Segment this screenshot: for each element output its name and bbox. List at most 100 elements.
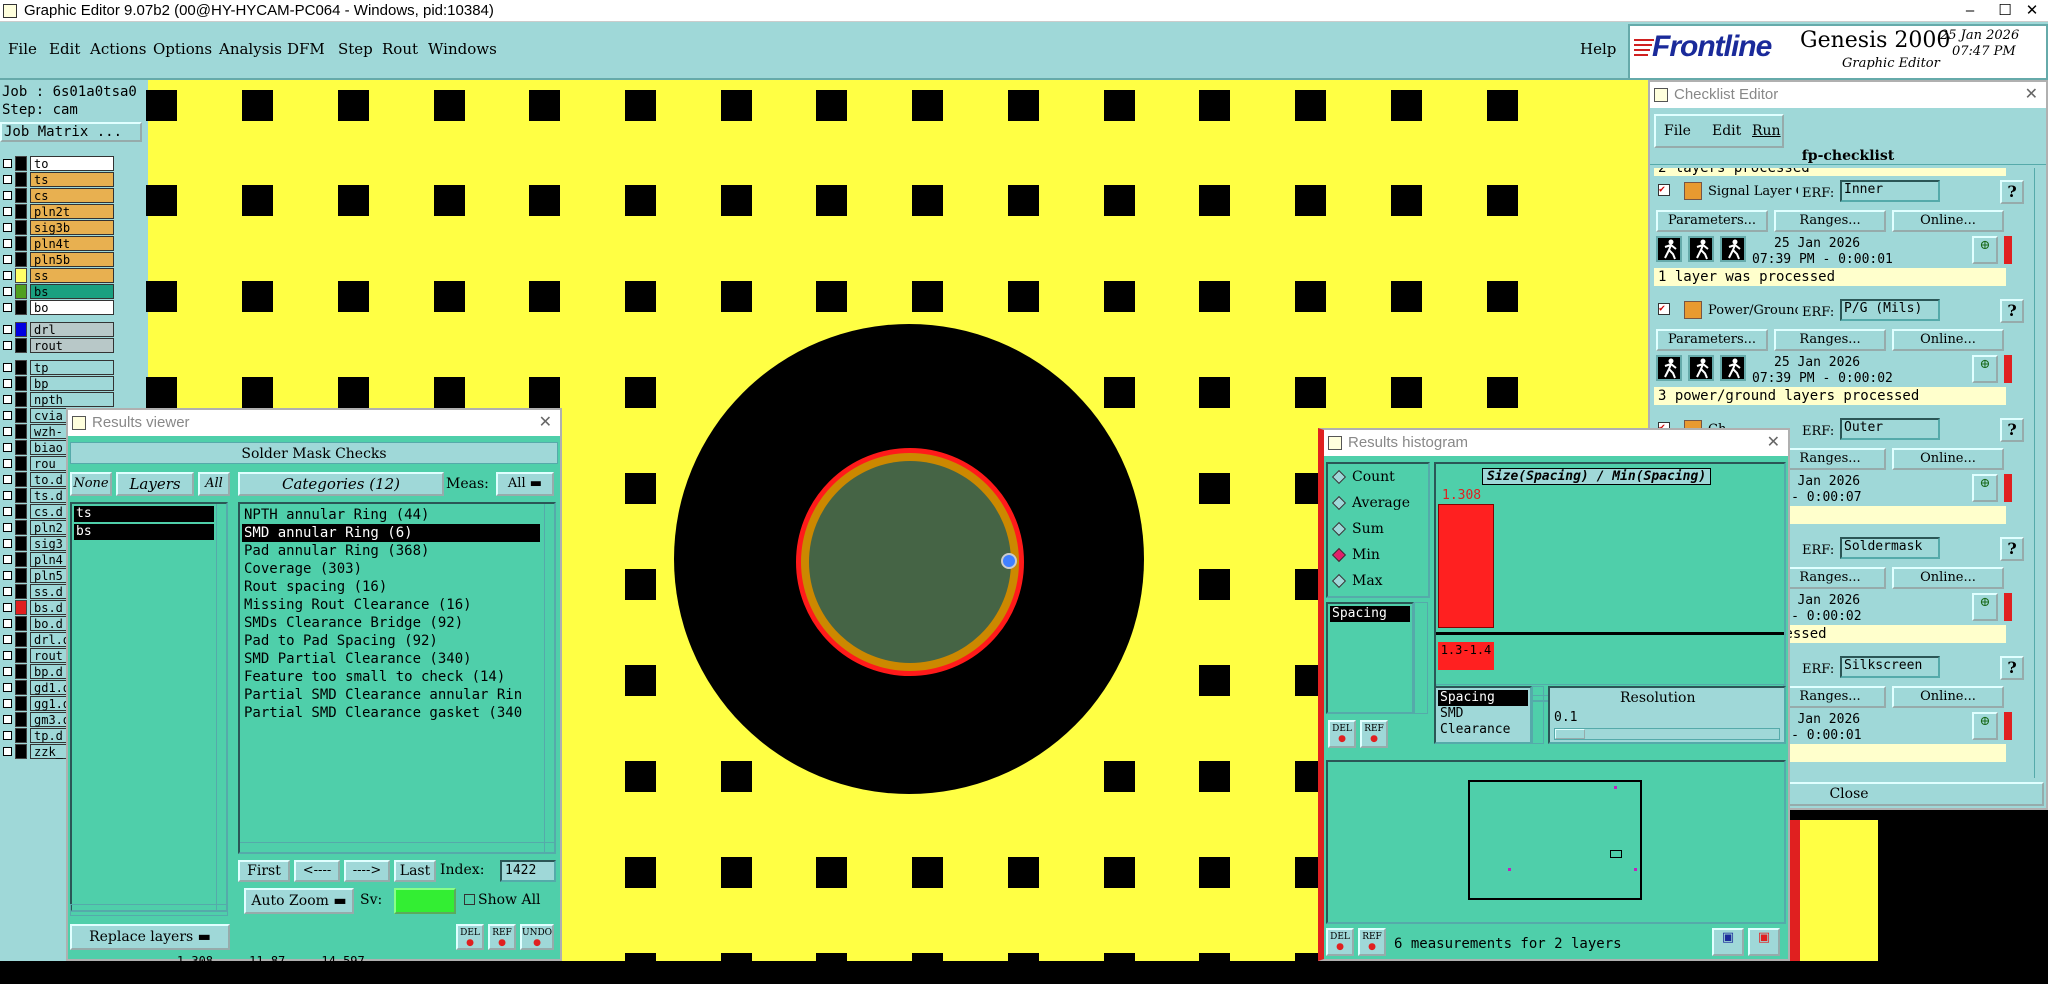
zoom-results-button[interactable]: ⊕ [1972, 593, 1998, 621]
result-layer-item[interactable]: bs [74, 524, 214, 540]
layer-color-swatch[interactable] [15, 338, 27, 353]
layer-checkbox[interactable] [3, 603, 12, 612]
erf-field[interactable]: P/G (Mils) [1840, 299, 1940, 321]
layer-color-swatch[interactable] [15, 204, 27, 219]
layer-name[interactable]: cs [30, 188, 114, 203]
layer-row[interactable]: tp [0, 360, 115, 375]
lower-hscrollbar[interactable] [70, 904, 228, 916]
ranges-button[interactable]: Ranges... [1774, 567, 1886, 589]
layer-name[interactable]: ss [30, 268, 114, 283]
hist-del-button-2[interactable]: DEL ● [1326, 928, 1354, 956]
run-icon[interactable] [1688, 355, 1714, 381]
none-button[interactable]: None [70, 472, 112, 496]
layer-checkbox[interactable] [3, 159, 12, 168]
layer-checkbox[interactable] [3, 651, 12, 660]
zoom-results-button[interactable]: ⊕ [1972, 236, 1998, 264]
job-matrix-button[interactable]: Job Matrix ... [0, 122, 142, 142]
hist-ref-button[interactable]: REF ● [1360, 720, 1388, 748]
layer-checkbox[interactable] [3, 325, 12, 334]
menu-dfm[interactable]: DFM [287, 40, 325, 58]
layer-checkbox[interactable] [3, 587, 12, 596]
layer-row[interactable]: pln4t [0, 236, 115, 251]
layer-color-swatch[interactable] [15, 472, 27, 487]
layer-checkbox[interactable] [3, 507, 12, 516]
menu-edit[interactable]: Edit [49, 40, 80, 58]
layer-checkbox[interactable] [3, 395, 12, 404]
layer-checkbox[interactable] [3, 459, 12, 468]
parameters-button[interactable]: Parameters... [1656, 329, 1768, 351]
hist-ref-button-2[interactable]: REF ● [1358, 928, 1386, 956]
ranges-button[interactable]: Ranges... [1774, 448, 1886, 470]
layer-row[interactable]: pln2t [0, 204, 115, 219]
minimize-button[interactable]: – [1947, 0, 1993, 22]
layer-row[interactable]: sig3b [0, 220, 115, 235]
radio-min[interactable]: Min [1328, 542, 1428, 568]
help-button[interactable]: ? [2000, 656, 2024, 680]
layer-name[interactable]: bp [30, 376, 114, 391]
help-button[interactable]: ? [2000, 418, 2024, 442]
layer-row[interactable]: bp [0, 376, 115, 391]
menu-analysis[interactable]: Analysis [219, 40, 282, 58]
radio-max[interactable]: Max [1328, 568, 1428, 594]
layer-checkbox[interactable] [3, 207, 12, 216]
next-button[interactable]: ----> [344, 860, 390, 882]
layer-row[interactable]: ts [0, 172, 115, 187]
layer-color-swatch[interactable] [15, 424, 27, 439]
all-button[interactable]: All [198, 472, 230, 496]
layer-checkbox[interactable] [3, 341, 12, 350]
layer-row[interactable]: cs [0, 188, 115, 203]
radio-sum[interactable]: Sum [1328, 516, 1428, 542]
layer-name[interactable]: drl [30, 322, 114, 337]
hist-list2-item-smd[interactable]: SMD [1438, 706, 1528, 722]
layer-checkbox[interactable] [3, 443, 12, 452]
layer-checkbox[interactable] [3, 363, 12, 372]
layer-color-swatch[interactable] [15, 536, 27, 551]
zoom-fit-button[interactable]: ▣ [1712, 928, 1744, 956]
layer-name[interactable]: npth [30, 392, 114, 407]
checklist-scrollbar[interactable] [2034, 168, 2046, 778]
layer-checkbox[interactable] [3, 271, 12, 280]
online-button[interactable]: Online... [1892, 686, 2004, 708]
category-item[interactable]: Missing Rout Clearance (16) [242, 596, 540, 614]
measurement-marker[interactable] [1001, 553, 1017, 569]
layer-checkbox[interactable] [3, 303, 12, 312]
layer-color-swatch[interactable] [15, 712, 27, 727]
zoom-results-button[interactable]: ⊕ [1972, 712, 1998, 740]
online-button[interactable]: Online... [1892, 448, 2004, 470]
layer-color-swatch[interactable] [15, 728, 27, 743]
layer-color-swatch[interactable] [15, 236, 27, 251]
layer-color-swatch[interactable] [15, 584, 27, 599]
ranges-button[interactable]: Ranges... [1774, 686, 1886, 708]
close-icon[interactable]: ✕ [2025, 82, 2038, 108]
layer-checkbox[interactable] [3, 731, 12, 740]
layer-checkbox[interactable] [3, 715, 12, 724]
category-item[interactable]: Rout spacing (16) [242, 578, 540, 596]
run-icon[interactable] [1656, 355, 1682, 381]
ref-button[interactable]: REF ● [488, 924, 516, 950]
first-button[interactable]: First [238, 860, 290, 882]
last-button[interactable]: Last [394, 860, 436, 882]
undo-button[interactable]: UNDO ● [520, 924, 554, 950]
hist-list-1[interactable]: Spacing [1326, 602, 1414, 714]
layer-name[interactable]: pln5b [30, 252, 114, 267]
show-all-checkbox[interactable] [464, 894, 475, 905]
layer-row[interactable]: bo [0, 300, 115, 315]
radio-average[interactable]: Average [1328, 490, 1428, 516]
menu-file[interactable]: File [8, 40, 37, 58]
layer-color-swatch[interactable] [15, 392, 27, 407]
layer-row[interactable]: rout [0, 338, 115, 353]
hist-list2-item-clearance[interactable]: Clearance [1438, 722, 1528, 738]
layer-color-swatch[interactable] [15, 456, 27, 471]
erf-field[interactable]: Outer [1840, 418, 1940, 440]
layer-color-swatch[interactable] [15, 322, 27, 337]
layer-color-swatch[interactable] [15, 552, 27, 567]
erf-field[interactable]: Silkscreen [1840, 656, 1940, 678]
category-item[interactable]: Coverage (303) [242, 560, 540, 578]
layer-color-swatch[interactable] [15, 440, 27, 455]
layer-color-swatch[interactable] [15, 360, 27, 375]
layer-name[interactable]: bs [30, 284, 114, 299]
layers-button[interactable]: Layers [116, 472, 194, 496]
layer-checkbox[interactable] [3, 635, 12, 644]
category-item[interactable]: SMD annular Ring (6) [242, 524, 540, 542]
layer-color-swatch[interactable] [15, 680, 27, 695]
